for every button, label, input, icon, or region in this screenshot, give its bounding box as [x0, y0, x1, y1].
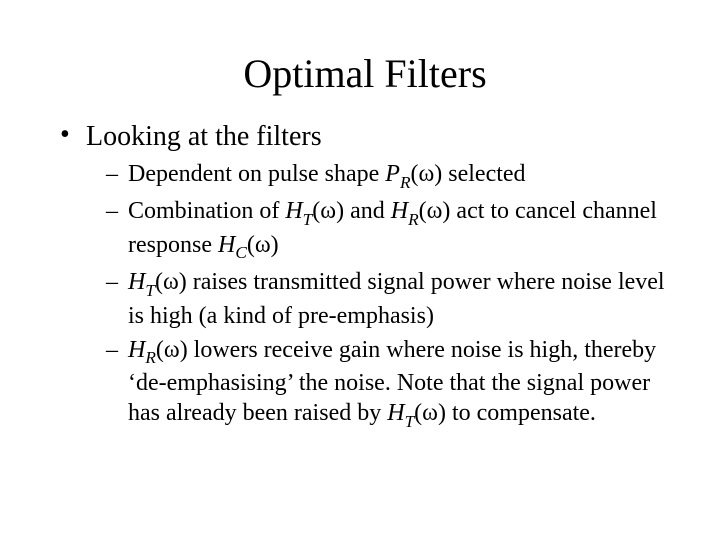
slide-title: Optimal Filters	[60, 50, 670, 97]
sub-bullet-item: HT(ω) raises transmitted signal power wh…	[106, 267, 670, 330]
text-segment: ) raises transmitted signal power where …	[128, 269, 665, 328]
text-segment: Combination of	[128, 198, 285, 224]
text-segment: Dependent on pulse shape	[128, 161, 385, 187]
math-subscript: R	[400, 173, 411, 192]
text-segment: ) selected	[434, 161, 525, 187]
math-subscript: R	[145, 348, 156, 367]
omega-symbol: ω	[255, 232, 271, 258]
math-subscript: R	[408, 210, 419, 229]
math-subscript: T	[145, 281, 155, 300]
math-subscript: T	[405, 412, 415, 431]
text-segment: (	[156, 337, 164, 363]
text-segment: (	[247, 232, 255, 258]
math-subscript: C	[235, 243, 247, 262]
text-segment: (	[419, 198, 427, 224]
sub-bullet-item: HR(ω) lowers receive gain where noise is…	[106, 335, 670, 432]
bullet-text: Looking at the filters	[86, 121, 322, 152]
sub-bullet-item: Dependent on pulse shape PR(ω) selected	[106, 159, 670, 192]
math-symbol: P	[385, 161, 400, 187]
math-subscript: T	[303, 210, 313, 229]
math-symbol: H	[128, 269, 145, 295]
text-segment: ) and	[336, 198, 391, 224]
slide: Optimal Filters Looking at the filters D…	[0, 0, 720, 540]
bullet-item: Looking at the filters Dependent on puls…	[60, 121, 670, 431]
math-symbol: H	[285, 198, 302, 224]
bullet-list-level1: Looking at the filters Dependent on puls…	[60, 121, 670, 431]
omega-symbol: ω	[427, 198, 443, 224]
text-segment: (	[155, 269, 163, 295]
math-symbol: H	[387, 400, 404, 426]
text-segment: ) to compensate.	[438, 400, 596, 426]
text-segment: (	[414, 400, 422, 426]
omega-symbol: ω	[164, 337, 180, 363]
sub-bullet-item: Combination of HT(ω) and HR(ω) act to ca…	[106, 196, 670, 263]
math-symbol: H	[391, 198, 408, 224]
bullet-list-level2: Dependent on pulse shape PR(ω) selected …	[106, 159, 670, 431]
math-symbol: H	[218, 232, 235, 258]
text-segment: )	[271, 232, 279, 258]
omega-symbol: ω	[163, 269, 179, 295]
omega-symbol: ω	[422, 400, 438, 426]
omega-symbol: ω	[418, 161, 434, 187]
omega-symbol: ω	[320, 198, 336, 224]
math-symbol: H	[128, 337, 145, 363]
